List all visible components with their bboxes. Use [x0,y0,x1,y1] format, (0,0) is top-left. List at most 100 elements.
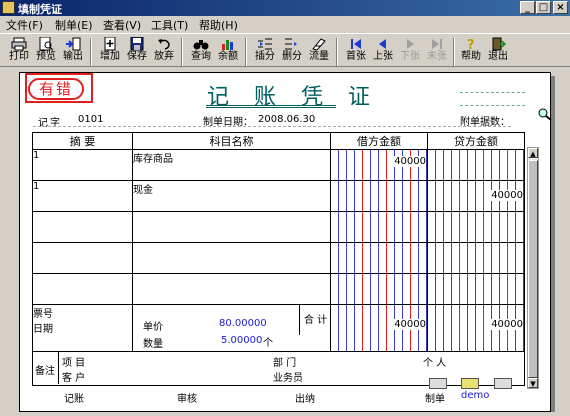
entry-summary[interactable]: 1 [32,149,133,181]
toolbar: 打印 预览 输出 增加 保存 放弃 查询 余额 插分 删分 流量 首张 上张 下… [0,33,570,67]
balance-button[interactable]: 余额 [215,37,241,67]
remarks-row: 备注 项 目 客 户 部 门 业务员 个 人 [32,351,525,386]
preview-button[interactable]: 预览 [33,37,59,67]
ticket-date-label: 日期 [33,324,53,335]
vertical-scrollbar[interactable]: ▲ ▼ [527,147,539,389]
menu-tools[interactable]: 工具(T) [151,17,188,33]
first-record-icon [351,39,361,49]
export-icon [66,37,81,51]
first-button[interactable]: 首张 [343,37,369,67]
entry-account[interactable]: 库存商品 [132,149,331,181]
card-icon[interactable] [429,378,447,389]
bar-chart-icon [222,40,233,50]
maximize-button[interactable]: □ [536,1,551,14]
quantity-label: 数量 [143,339,163,350]
entry-debit-cell[interactable]: 40000 [330,149,428,181]
delete-row-button[interactable]: 删分 [279,37,305,67]
entry-debit-cell[interactable] [330,242,428,274]
menu-voucher[interactable]: 制单(E) [55,17,93,33]
window-title: 填制凭证 [18,3,62,16]
total-credit-cell: 40000 [427,304,525,352]
scroll-up-icon[interactable]: ▲ [528,148,538,158]
col-summary: 摘 要 [32,132,133,150]
last-button[interactable]: 末张 [424,37,450,67]
entry-account[interactable] [132,242,331,274]
menu-bar: 文件(F) 制单(E) 查看(V) 工具(T) 帮助(H) [0,16,570,32]
voucher-number[interactable]: 0101 [78,114,103,125]
scroll-down-icon[interactable]: ▼ [528,378,538,388]
total-debit-cell: 40000 [330,304,428,352]
undo-icon [158,39,170,50]
flow-icon [312,38,326,51]
print-button[interactable]: 打印 [6,37,32,67]
prev-button[interactable]: 上张 [370,37,396,67]
stamp-highlight [25,73,93,103]
table-row[interactable] [32,273,525,305]
total-debit: 40000 [394,319,426,330]
quantity-info[interactable]: 单价 80.00000 数量 5.00000 个 合 计 [132,304,331,352]
col-credit: 贷方金额 [427,132,525,150]
remarks-label: 备注 [35,366,55,377]
entry-summary[interactable] [32,273,133,305]
quantity: 5.00000 [221,335,263,346]
menu-view[interactable]: 查看(V) [103,17,141,33]
unit-price-label: 单价 [143,322,163,333]
entry-account[interactable] [132,273,331,305]
entry-summary[interactable] [32,242,133,274]
close-button[interactable]: × [553,1,568,14]
save-button[interactable]: 保存 [124,37,150,67]
remarks-cell[interactable]: 备注 项 目 客 户 部 门 业务员 个 人 [32,351,525,386]
menu-file[interactable]: 文件(F) [6,17,43,33]
entry-credit-cell[interactable] [427,211,525,243]
table-row[interactable]: 1 库存商品 40000 [32,149,525,181]
table-row[interactable]: 1 现金 40000 [32,180,525,212]
discard-button[interactable]: 放弃 [151,37,177,67]
menu-help[interactable]: 帮助(H) [199,17,238,33]
entry-credit-cell[interactable] [427,273,525,305]
ticket-info[interactable]: 票号 日期 [32,304,133,352]
entry-summary[interactable] [32,211,133,243]
add-button[interactable]: 增加 [97,37,123,67]
unit-price: 80.00000 [219,318,267,329]
query-button[interactable]: 查询 [188,37,214,67]
entry-credit-cell[interactable] [427,242,525,274]
col-debit: 借方金额 [330,132,428,150]
entry-debit-cell[interactable] [330,211,428,243]
entry-account[interactable] [132,211,331,243]
entry-credit: 40000 [491,190,523,201]
header-separator [33,126,511,127]
voucher-sheet: 有错 记 账 凭 证 记 字 0101 制单日期： 2008.06.30 附单据… [19,72,551,412]
add-document-icon [104,37,116,51]
previous-icon [379,39,386,49]
note-icon[interactable] [461,378,479,389]
entry-debit-cell[interactable] [330,180,428,212]
help-icon: ? [467,38,475,51]
export-button[interactable]: 输出 [60,37,86,67]
entry-credit-cell[interactable]: 40000 [427,180,525,212]
flow-button[interactable]: 流量 [306,37,332,67]
dash-line [460,92,525,93]
last-record-icon [432,39,442,49]
magnifier-icon[interactable] [537,107,553,121]
voucher-date[interactable]: 2008.06.30 [258,114,315,125]
exit-button[interactable]: 退出 [485,37,511,67]
insert-row-button[interactable]: 插分 [252,37,278,67]
bookkeeper-label: 记账 [64,394,84,405]
minimize-button[interactable]: _ [520,1,535,14]
save-icon [130,37,144,51]
entry-account[interactable]: 现金 [132,180,331,212]
department-label: 部 门 [273,358,297,369]
table-row[interactable] [32,242,525,274]
detail-icon[interactable] [494,378,512,389]
entry-debit-cell[interactable] [330,273,428,305]
table-row[interactable] [32,211,525,243]
binoculars-icon [193,40,209,50]
entry-summary[interactable]: 1 [32,180,133,212]
help-button[interactable]: ? 帮助 [458,37,484,67]
quantity-unit: 个 [263,338,273,349]
entry-credit-cell[interactable] [427,149,525,181]
insert-row-icon [258,38,272,50]
total-credit: 40000 [491,319,523,330]
next-button[interactable]: 下张 [397,37,423,67]
scroll-thumb[interactable] [528,160,538,378]
